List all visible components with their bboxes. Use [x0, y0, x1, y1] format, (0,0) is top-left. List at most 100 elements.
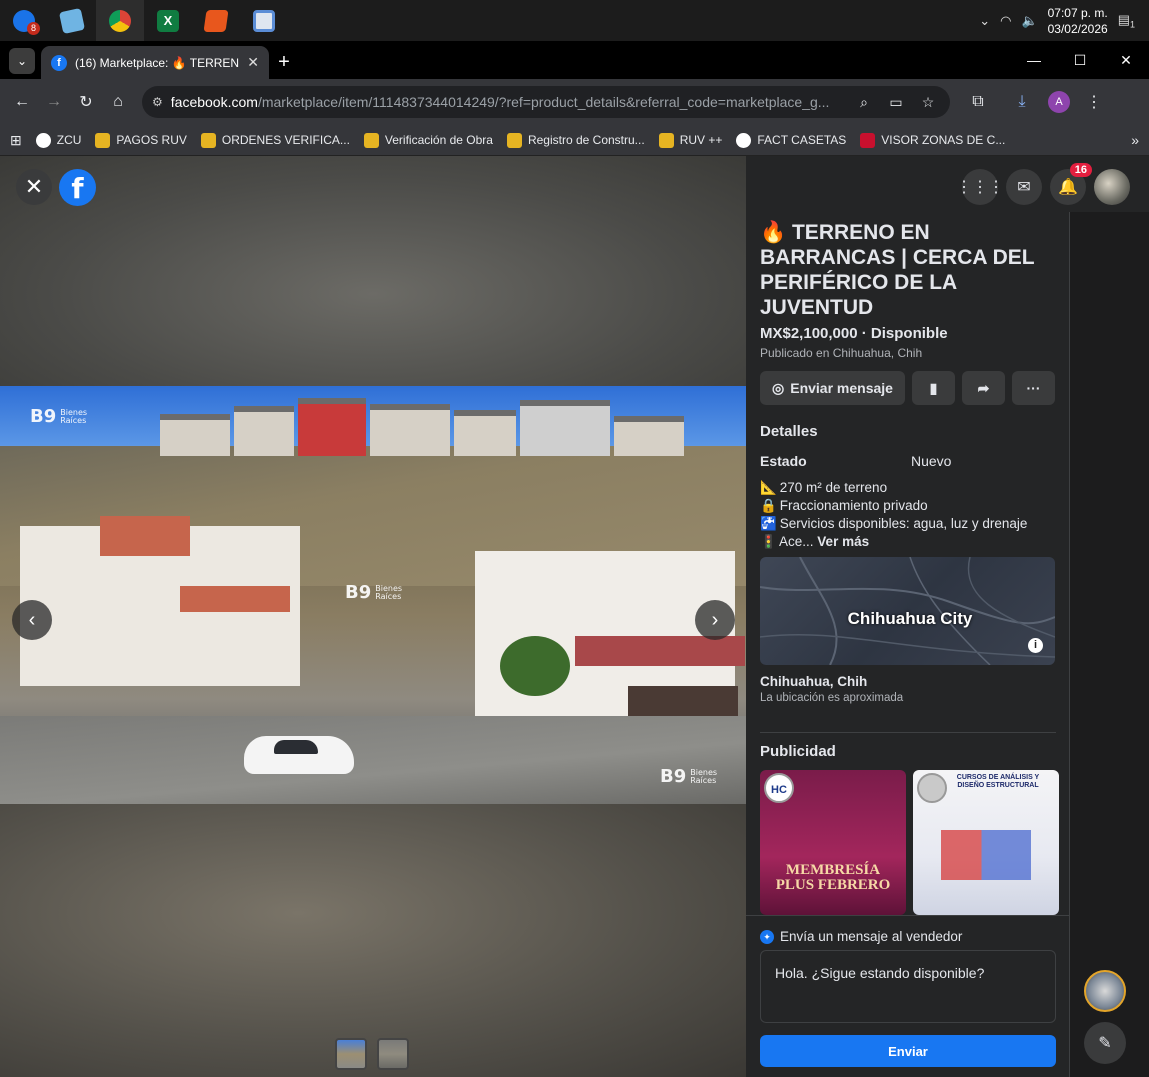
tab-marketplace[interactable]: f (16) Marketplace: 🔥 TERRENO EN BARRANC…	[41, 46, 269, 79]
see-more-link[interactable]: Ver más	[817, 534, 869, 549]
bookmark-item[interactable]: ZCU	[35, 132, 82, 148]
new-tab-button[interactable]: +	[269, 46, 299, 79]
seller-message-composer: ✦ Envía un mensaje al vendedor Hola. ¿Si…	[746, 915, 1069, 1077]
next-photo-button[interactable]: ›	[695, 600, 735, 640]
bookmark-label: VISOR ZONAS DE C...	[881, 133, 1006, 147]
chevron-down-icon: ⌄	[16, 54, 28, 68]
photo-thumbnail[interactable]	[377, 1038, 409, 1070]
message-input[interactable]: Hola. ¿Sigue estando disponible?	[760, 950, 1056, 1023]
bookmark-item[interactable]: Registro de Constru...	[506, 132, 645, 148]
profile-avatar[interactable]: A	[1048, 91, 1070, 113]
listing-photo[interactable]: B9 Bienes Raíces B9 Bienes Raíces B9 Biene…	[0, 386, 746, 804]
address-bar[interactable]: ⚙ facebook.com/marketplace/item/11148373…	[142, 86, 950, 118]
zoom-icon[interactable]: ⌕	[852, 94, 876, 111]
tab-title: (16) Marketplace: 🔥 TERRENO EN BARRANCAS	[75, 55, 240, 70]
taskbar-remote-desktop-button[interactable]	[240, 0, 288, 41]
close-viewer-button[interactable]: ✕	[16, 169, 52, 205]
bookmark-icon: ▮	[929, 379, 938, 396]
site-settings-icon[interactable]: ⚙	[152, 95, 163, 109]
url-path: /marketplace/item/1114837344014249/?ref=…	[257, 94, 830, 110]
new-message-button[interactable]: ✎	[1084, 1022, 1126, 1064]
blurred-background-bottom	[0, 804, 746, 1077]
bookmarks-bar: ⊞ ZCU PAGOS RUV ORDENES VERIFICA... Veri…	[0, 125, 1149, 156]
notepad-icon	[58, 7, 86, 34]
lock-icon: 🔒	[760, 498, 777, 513]
forward-arrow-icon[interactable]: →	[40, 88, 68, 116]
excel-icon: X	[157, 9, 179, 32]
download-icon[interactable]: ⤓	[1008, 88, 1036, 116]
bookmark-label: FACT CASETAS	[757, 133, 847, 147]
listing-title: 🔥 TERRENO EN BARRANCAS | CERCA DEL PERIF…	[760, 221, 1035, 319]
tab-search-button[interactable]: ⌄	[9, 48, 35, 74]
blurred-background-top	[0, 156, 746, 386]
taskbar-chrome-button[interactable]	[96, 0, 144, 41]
back-arrow-icon[interactable]: ←	[8, 88, 36, 116]
taskbar-badge: 8	[27, 22, 40, 35]
bookmark-item[interactable]: ORDENES VERIFICA...	[200, 132, 350, 148]
more-options-button[interactable]: ···	[1012, 371, 1055, 405]
ad-headline: CURSOS DE ANÁLISIS Y DISEÑO ESTRUCTURAL	[956, 774, 1040, 789]
account-avatar[interactable]	[1094, 169, 1130, 205]
save-button[interactable]: ▮	[912, 371, 955, 405]
bookmark-item[interactable]: VISOR ZONAS DE C...	[860, 132, 1006, 148]
watermark-mark: B9	[660, 766, 687, 787]
taskbar-excel-button[interactable]: X	[144, 0, 192, 41]
bookmark-star-icon[interactable]: ☆	[916, 94, 940, 111]
globe-icon	[736, 132, 752, 148]
ad-card[interactable]: HC MEMBRESÍA PLUS FEBRERO	[760, 770, 906, 915]
previous-photo-button[interactable]: ‹	[12, 600, 52, 640]
reload-icon[interactable]: ↻	[72, 88, 100, 116]
extensions-icon[interactable]: ⧉	[964, 88, 992, 116]
cast-icon[interactable]: ▭	[884, 94, 908, 111]
close-tab-icon[interactable]: ✕	[247, 54, 259, 71]
menu-grid-button[interactable]: ⋮⋮⋮	[956, 169, 1004, 205]
bookmark-item[interactable]: Verificación de Obra	[363, 132, 493, 148]
messenger-icon: ✉	[1017, 179, 1031, 196]
messenger-button[interactable]: ✉	[1006, 169, 1042, 205]
bookmark-item[interactable]: RUV ++	[658, 132, 722, 148]
share-button[interactable]: ➦	[962, 371, 1005, 405]
chrome-menu-icon[interactable]: ⋮	[1080, 88, 1108, 116]
wifi-icon[interactable]: ◠	[1000, 13, 1011, 29]
home-icon[interactable]: ⌂	[104, 88, 132, 116]
facebook-header-icons: ⋮⋮⋮ ✉ 🔔 16	[956, 163, 1130, 205]
photo-palm-tree	[500, 636, 570, 696]
clock-date: 03/02/2026	[1047, 21, 1108, 36]
url-text[interactable]: facebook.com/marketplace/item/1114837344…	[171, 94, 844, 110]
volume-icon[interactable]: 🔈	[1021, 13, 1037, 29]
photo-roof	[100, 516, 190, 556]
notification-center-icon[interactable]: ▤1	[1118, 12, 1135, 30]
notification-count: 1	[1129, 19, 1135, 30]
facebook-logo-icon[interactable]: f	[59, 169, 96, 206]
listing-posted-location: Publicado en Chihuahua, Chih	[760, 346, 923, 360]
info-icon[interactable]: i	[1028, 638, 1043, 653]
chevron-up-icon[interactable]: ⌄	[979, 13, 990, 29]
share-arrow-icon: ➦	[977, 379, 990, 396]
more-bookmarks-icon[interactable]: »	[1131, 132, 1139, 148]
taskbar-office-button[interactable]	[192, 0, 240, 41]
close-icon: ✕	[24, 174, 44, 199]
send-button[interactable]: Enviar	[760, 1035, 1056, 1067]
photo-thumbnail[interactable]	[335, 1038, 367, 1070]
ad-card[interactable]: CURSOS DE ANÁLISIS Y DISEÑO ESTRUCTURAL	[913, 770, 1059, 915]
system-clock[interactable]: 07:07 p. m. 03/02/2026	[1048, 5, 1108, 37]
send-message-button[interactable]: ◎ Enviar mensaje	[760, 371, 905, 405]
chat-head-avatar[interactable]	[1084, 970, 1126, 1012]
taskbar-outlook-button[interactable]: 8	[0, 0, 48, 41]
photo-roof	[575, 636, 745, 666]
ellipsis-icon: ···	[1026, 380, 1041, 396]
taskbar-notepad-button[interactable]	[48, 0, 96, 41]
bookmark-item[interactable]: FACT CASETAS	[736, 132, 847, 148]
details-heading: Detalles	[760, 423, 818, 440]
location-map[interactable]: Chihuahua City i	[760, 557, 1055, 665]
apps-grid-icon[interactable]: ⊞	[10, 132, 22, 149]
maximize-icon[interactable]: ☐	[1057, 41, 1103, 79]
bookmark-label: ZCU	[56, 133, 82, 147]
browser-toolbar: ← → ↻ ⌂ ⚙ facebook.com/marketplace/item/…	[0, 79, 1149, 125]
notifications-button[interactable]: 🔔 16	[1050, 163, 1092, 205]
bookmark-item[interactable]: PAGOS RUV	[95, 132, 187, 148]
close-window-icon[interactable]: ✕	[1103, 41, 1149, 79]
remote-desktop-icon	[253, 9, 275, 32]
ruv-icon	[658, 132, 674, 148]
minimize-icon[interactable]: —	[1011, 41, 1057, 79]
